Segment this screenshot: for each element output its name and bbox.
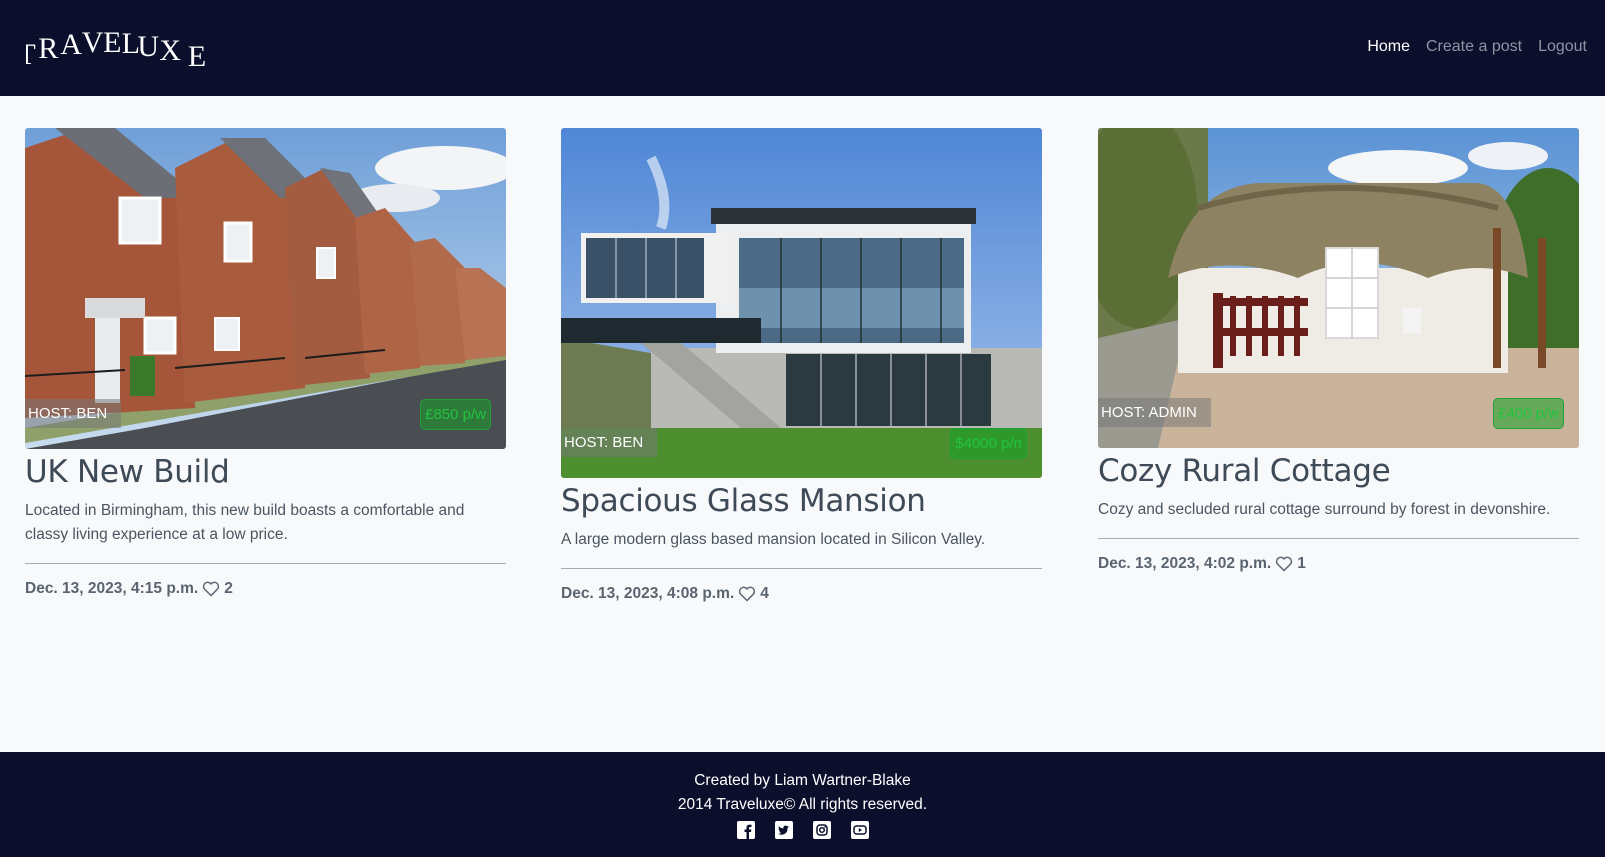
post-description: A large modern glass based mansion locat… — [561, 531, 986, 548]
post-date: Dec. 13, 2023, 4:02 p.m. — [1098, 555, 1272, 572]
host-label: HOST: ADMIN — [1098, 398, 1211, 427]
nav-home-link[interactable]: Home — [1367, 38, 1410, 56]
nav-links: Home Create a post Logout — [1367, 38, 1587, 56]
post-date: Dec. 13, 2023, 4:15 p.m. — [25, 580, 199, 597]
post-description: Located in Birmingham, this new build bo… — [25, 502, 465, 543]
price-badge: £400 p/w — [1493, 398, 1564, 429]
social-links — [0, 821, 1605, 839]
footer-copyright: 2014 Traveluxe© All rights reserved. — [677, 796, 928, 813]
divider — [1098, 538, 1579, 539]
post-card[interactable]: HOST: ADMIN £400 p/w Cozy Rural Cottage … — [1098, 128, 1579, 573]
like-count: 4 — [760, 585, 769, 602]
post-card[interactable]: HOST: BEN $4000 p/n Spacious Glass Mansi… — [561, 128, 1042, 603]
top-navbar: T R A V E L U X E Home Create a post Log… — [0, 0, 1605, 96]
host-label: HOST: BEN — [561, 428, 658, 457]
post-meta: Dec. 13, 2023, 4:02 p.m. 1 — [1098, 555, 1579, 573]
post-date: Dec. 13, 2023, 4:08 p.m. — [561, 585, 735, 602]
glass-mansion-photo — [561, 128, 1042, 478]
page-footer: Created by Liam Wartner-Blake 2014 Trave… — [0, 752, 1605, 857]
post-meta: Dec. 13, 2023, 4:08 p.m. 4 — [561, 585, 1042, 603]
heart-icon[interactable] — [738, 586, 756, 602]
facebook-icon[interactable] — [736, 821, 755, 839]
post-photo[interactable]: HOST: BEN £850 p/w — [25, 128, 506, 449]
price-badge: $4000 p/n — [950, 428, 1027, 459]
post-photo[interactable]: HOST: ADMIN £400 p/w — [1098, 128, 1579, 448]
nav-logout-link[interactable]: Logout — [1538, 38, 1587, 56]
post-card[interactable]: HOST: BEN £850 p/w UK New Build Located … — [25, 128, 506, 598]
twitter-icon[interactable] — [774, 821, 793, 839]
footer-credit: Created by Liam Wartner-Blake — [694, 772, 911, 789]
traveluxe-logo[interactable]: T R A V E L U X E — [26, 30, 216, 74]
post-title[interactable]: Spacious Glass Mansion — [561, 480, 1042, 522]
svg-text:T R A V: T R A V E L U X E — [26, 30, 212, 73]
like-count: 2 — [224, 580, 233, 597]
heart-icon[interactable] — [202, 581, 220, 597]
divider — [25, 563, 506, 564]
price-badge: £850 p/w — [420, 399, 491, 430]
post-photo[interactable]: HOST: BEN $4000 p/n — [561, 128, 1042, 478]
post-description: Cozy and secluded rural cottage surround… — [1098, 501, 1551, 518]
nav-create-post-link[interactable]: Create a post — [1426, 38, 1522, 56]
host-label: HOST: BEN — [25, 399, 122, 428]
instagram-icon[interactable] — [812, 821, 831, 839]
youtube-icon[interactable] — [850, 821, 869, 839]
divider — [561, 568, 1042, 569]
heart-icon[interactable] — [1275, 556, 1293, 572]
post-title[interactable]: UK New Build — [25, 451, 506, 493]
post-title[interactable]: Cozy Rural Cottage — [1098, 450, 1579, 492]
post-meta: Dec. 13, 2023, 4:15 p.m. 2 — [25, 580, 506, 598]
like-count: 1 — [1297, 555, 1306, 572]
